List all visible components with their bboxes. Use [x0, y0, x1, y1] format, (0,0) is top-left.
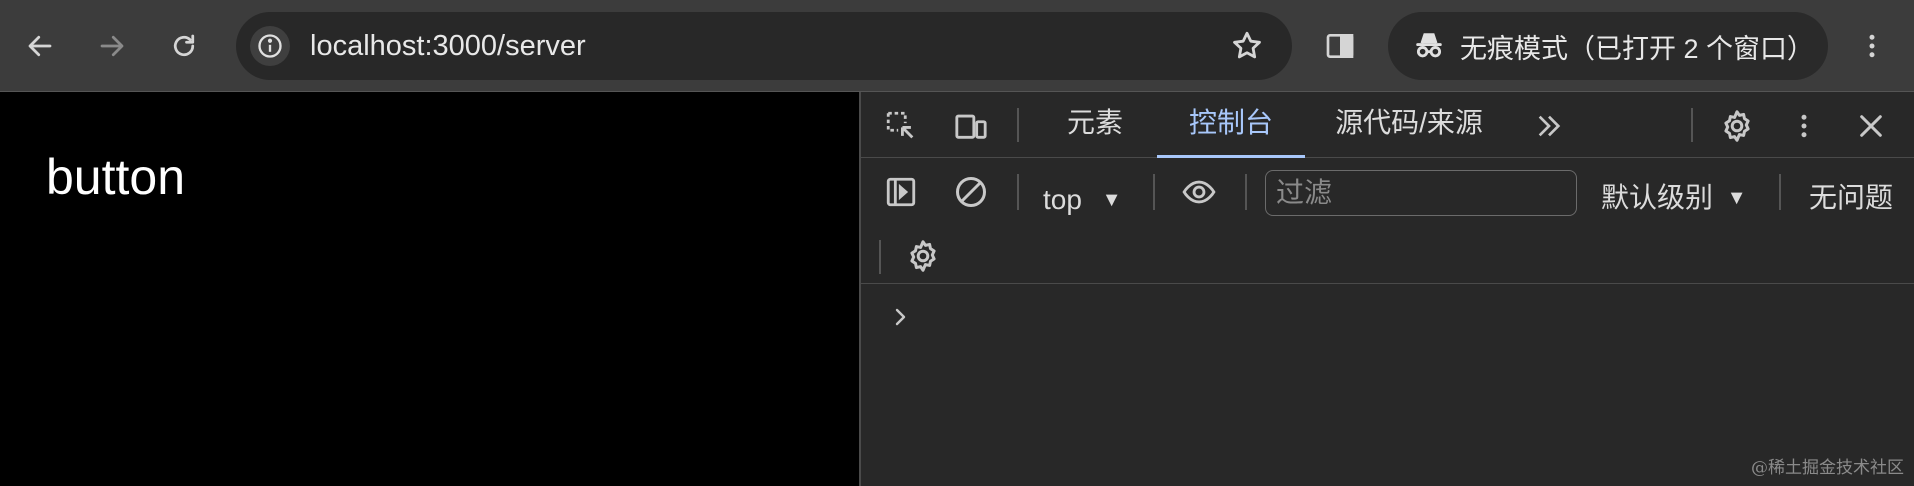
devtools-tabbar: 元素 控制台 源代码/来源 — [861, 92, 1914, 158]
caret-down-icon: ▼ — [1101, 189, 1122, 211]
watermark: @稀土掘金技术社区 — [1751, 458, 1904, 478]
side-panel-icon — [1326, 34, 1354, 58]
divider — [879, 240, 881, 274]
incognito-icon — [1416, 33, 1442, 58]
incognito-label: 无痕模式（已打开 2 个窗口） — [1460, 33, 1815, 64]
back-arrow-icon — [28, 35, 52, 57]
divider — [1017, 174, 1019, 210]
divider — [1691, 108, 1693, 142]
devtools-panel: 元素 控制台 源代码/来源 top ▼ 过滤 默认级别 ▼ 无问题 @稀土掘金技… — [859, 92, 1914, 486]
tab-elements[interactable]: 元素 — [1041, 92, 1149, 158]
side-panel-button[interactable] — [1320, 26, 1360, 66]
console-filter-input[interactable]: 过滤 — [1265, 170, 1577, 216]
gear-icon — [1724, 110, 1750, 142]
more-vertical-icon — [1801, 114, 1807, 138]
close-devtools-button[interactable] — [1851, 106, 1891, 146]
sidebar-toggle-icon — [886, 177, 916, 207]
browser-menu-button[interactable] — [1854, 26, 1890, 66]
site-info-icon[interactable] — [250, 26, 290, 66]
page-button[interactable]: button — [46, 152, 185, 202]
live-expression-button[interactable] — [1175, 172, 1223, 212]
devtools-settings-button[interactable] — [1717, 106, 1757, 146]
clear-console-button[interactable] — [951, 172, 991, 212]
forward-arrow-icon — [100, 35, 124, 57]
more-vertical-icon — [1869, 34, 1875, 58]
browser-toolbar: localhost:3000/server 无痕模式（已打开 2 个窗口） — [0, 0, 1914, 92]
page-viewport: button — [0, 92, 859, 486]
gear-icon — [910, 240, 936, 272]
divider — [1779, 174, 1781, 210]
clear-console-icon — [956, 177, 986, 207]
back-button[interactable] — [16, 22, 64, 70]
inspect-element-icon — [886, 111, 914, 139]
url-text[interactable]: localhost:3000/server — [310, 12, 586, 80]
close-icon — [1860, 115, 1882, 137]
divider — [1245, 174, 1247, 210]
more-tabs-button[interactable] — [1529, 106, 1569, 146]
devtools-menu-button[interactable] — [1789, 106, 1819, 146]
console-settings-button[interactable] — [903, 236, 943, 276]
double-chevron-right-icon — [1538, 115, 1561, 137]
forward-button[interactable] — [88, 22, 136, 70]
device-toolbar-button[interactable] — [951, 106, 991, 146]
inspect-element-button[interactable] — [881, 106, 921, 146]
log-levels-dropdown[interactable]: 默认级别 ▼ — [1601, 176, 1747, 220]
divider — [1153, 174, 1155, 210]
eye-icon — [1182, 180, 1216, 204]
tab-console[interactable]: 控制台 — [1157, 92, 1305, 158]
divider — [1017, 108, 1019, 142]
address-bar[interactable]: localhost:3000/server — [236, 12, 1292, 80]
incognito-indicator[interactable]: 无痕模式（已打开 2 个窗口） — [1388, 12, 1828, 80]
tab-sources[interactable]: 源代码/来源 — [1319, 92, 1499, 158]
console-prompt-chevron-icon[interactable] — [889, 302, 913, 332]
bookmark-star-icon[interactable] — [1230, 29, 1264, 63]
issues-counter[interactable]: 无问题 — [1809, 176, 1893, 220]
context-selector[interactable]: top ▼ — [1043, 180, 1122, 220]
log-levels-label: 默认级别 — [1601, 182, 1714, 213]
context-value: top — [1043, 184, 1082, 215]
reload-button[interactable] — [160, 22, 208, 70]
reload-icon — [173, 34, 195, 57]
show-sidebar-button[interactable] — [881, 172, 921, 212]
caret-down-icon: ▼ — [1726, 187, 1747, 209]
device-toggle-icon — [955, 114, 987, 139]
